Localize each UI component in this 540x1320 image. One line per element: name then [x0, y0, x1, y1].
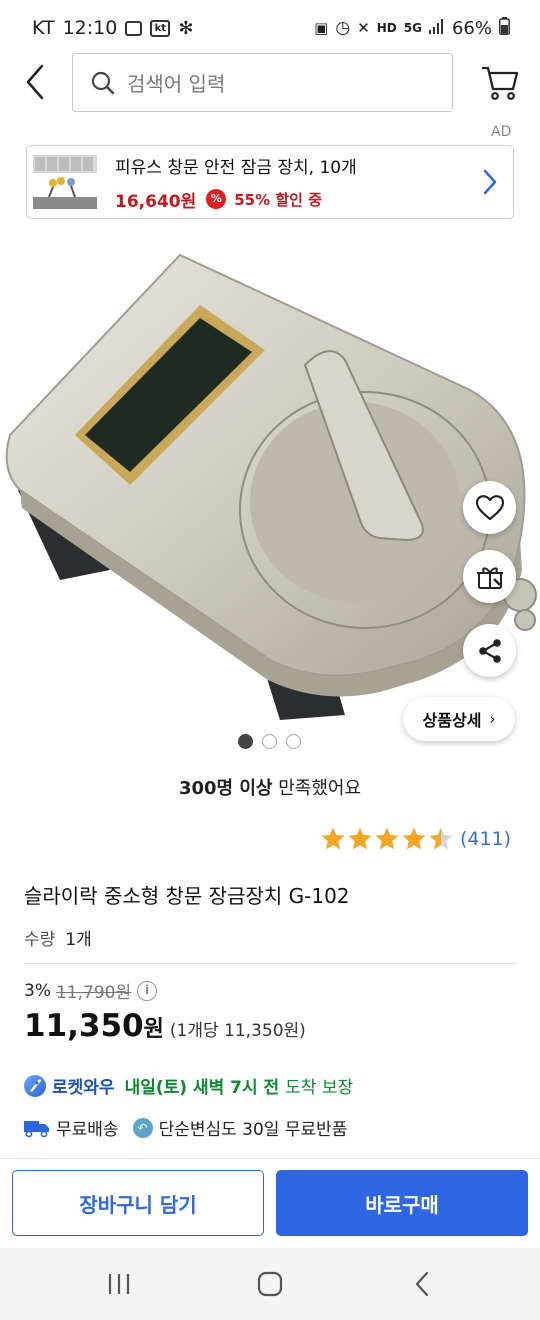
satisfaction-text: 300명 이상 만족했어요 [0, 774, 540, 800]
share-icon [478, 638, 501, 663]
product-image[interactable] [0, 240, 540, 740]
quantity-label: 수량 [24, 930, 56, 950]
ad-discount: 55% 할인 중 [234, 190, 322, 209]
ad-product-thumbnail [31, 151, 99, 213]
star-rating [320, 826, 454, 852]
discount-badge-icon: % [206, 189, 227, 209]
ad-label: AD [491, 124, 512, 140]
rating[interactable]: (411) [320, 826, 511, 852]
lock-icon: ▣ [314, 19, 329, 37]
search-header: 검색어 입력 [0, 52, 540, 114]
gift-icon [476, 566, 503, 589]
chevron-right-icon [481, 168, 499, 196]
back-button[interactable] [18, 62, 54, 102]
carousel-dot[interactable] [262, 734, 277, 749]
carousel-dot[interactable] [286, 734, 301, 749]
ad-banner[interactable]: 피유스 창문 안전 잠금 장치, 10개 16,640원 % 55% 할인 중 [26, 145, 514, 219]
cart-icon [482, 66, 519, 100]
delivery-row: 로켓와우 내일(토) 새벽 7시 전 도착 보장 [24, 1073, 353, 1098]
buy-now-button[interactable]: 바로구매 [276, 1170, 528, 1236]
battery-icon [499, 16, 510, 40]
info-icon[interactable]: i [137, 980, 158, 1001]
recent-apps-button[interactable] [99, 1268, 139, 1300]
cart-button[interactable] [480, 64, 520, 102]
ad-title: 피유스 창문 안전 잠금 장치, 10개 [115, 157, 357, 178]
back-nav-button[interactable] [402, 1268, 442, 1300]
free-return: 단순변심도 30일 무료반품 [158, 1120, 348, 1140]
original-price-row: 3% 11,790원 i [24, 978, 158, 1003]
chevron-right-icon: › [489, 710, 496, 728]
status-bar: KT 12:10 kt ✻ ▣ ◷ ✕ HD 5G 66% [0, 0, 540, 56]
star-icon [348, 827, 372, 850]
rocket-wow-label: 로켓와우 [52, 1078, 115, 1098]
ad-price: 16,640원 [115, 191, 197, 212]
price-row: 11,350 원 (1개당 11,350원) [24, 1008, 306, 1044]
return-icon: ↶ [132, 1117, 153, 1138]
flower-notification-icon: ✻ [178, 17, 194, 39]
search-placeholder: 검색어 입력 [127, 72, 226, 96]
product-detail-button[interactable]: 상품상세 › [403, 697, 515, 741]
delivery-date: 내일(토) 새벽 7시 전 [124, 1078, 280, 1098]
system-nav-bar [0, 1248, 540, 1320]
back-icon [415, 1271, 429, 1297]
search-icon [91, 71, 115, 94]
home-icon [257, 1271, 283, 1297]
satisfaction-count: 300명 이상 [178, 778, 273, 799]
star-icon [402, 827, 426, 850]
satisfaction-rest: 만족했어요 [272, 778, 362, 799]
mute-icon: ✕ [357, 19, 370, 37]
product-detail-label: 상품상세 [422, 711, 482, 730]
hd-icon: HD [376, 21, 397, 35]
quantity-row: 수량 1개 [24, 925, 92, 950]
unit-price: (1개당 11,350원) [169, 1021, 306, 1041]
shipping-row: 무료배송 ↶ 단순변심도 30일 무료반품 [24, 1115, 347, 1140]
gallery-notification-icon [125, 20, 143, 36]
currency: 원 [143, 1017, 164, 1042]
star-icon [375, 827, 399, 850]
battery-percent: 66% [451, 17, 492, 39]
recent-apps-icon [108, 1274, 130, 1294]
heart-icon [475, 494, 504, 520]
search-input[interactable]: 검색어 입력 [72, 53, 453, 112]
product-title: 슬라이락 중소형 창문 장금장치 G-102 [24, 884, 350, 908]
network-type: 5G [403, 21, 422, 35]
wishlist-button[interactable] [463, 481, 516, 534]
review-count[interactable]: (411) [460, 828, 511, 850]
carrier-label: KT [32, 17, 55, 39]
add-to-cart-button[interactable]: 장바구니 담기 [12, 1170, 264, 1236]
original-price: 11,790원 [55, 983, 132, 1003]
share-button[interactable] [463, 624, 516, 677]
quantity-value: 1개 [65, 930, 92, 950]
divider [24, 963, 516, 964]
home-button[interactable] [250, 1268, 290, 1300]
delivery-guarantee: 도착 보장 [285, 1078, 354, 1098]
discount-rate: 3% [24, 980, 51, 1001]
free-shipping: 무료배송 [56, 1120, 119, 1140]
signal-icon [428, 18, 445, 39]
truck-icon [24, 1118, 50, 1138]
star-icon [429, 827, 453, 850]
kt-app-icon: kt [150, 19, 171, 37]
chevron-left-icon [26, 64, 44, 100]
rocket-icon [24, 1074, 46, 1097]
image-carousel-dots [238, 734, 301, 749]
gift-button[interactable] [463, 550, 516, 603]
divider [0, 1158, 540, 1159]
alarm-icon: ◷ [335, 18, 351, 38]
star-icon [321, 827, 345, 850]
carousel-dot[interactable] [238, 734, 253, 749]
clock: 12:10 [62, 17, 118, 39]
sale-price: 11,350 [24, 1008, 144, 1044]
